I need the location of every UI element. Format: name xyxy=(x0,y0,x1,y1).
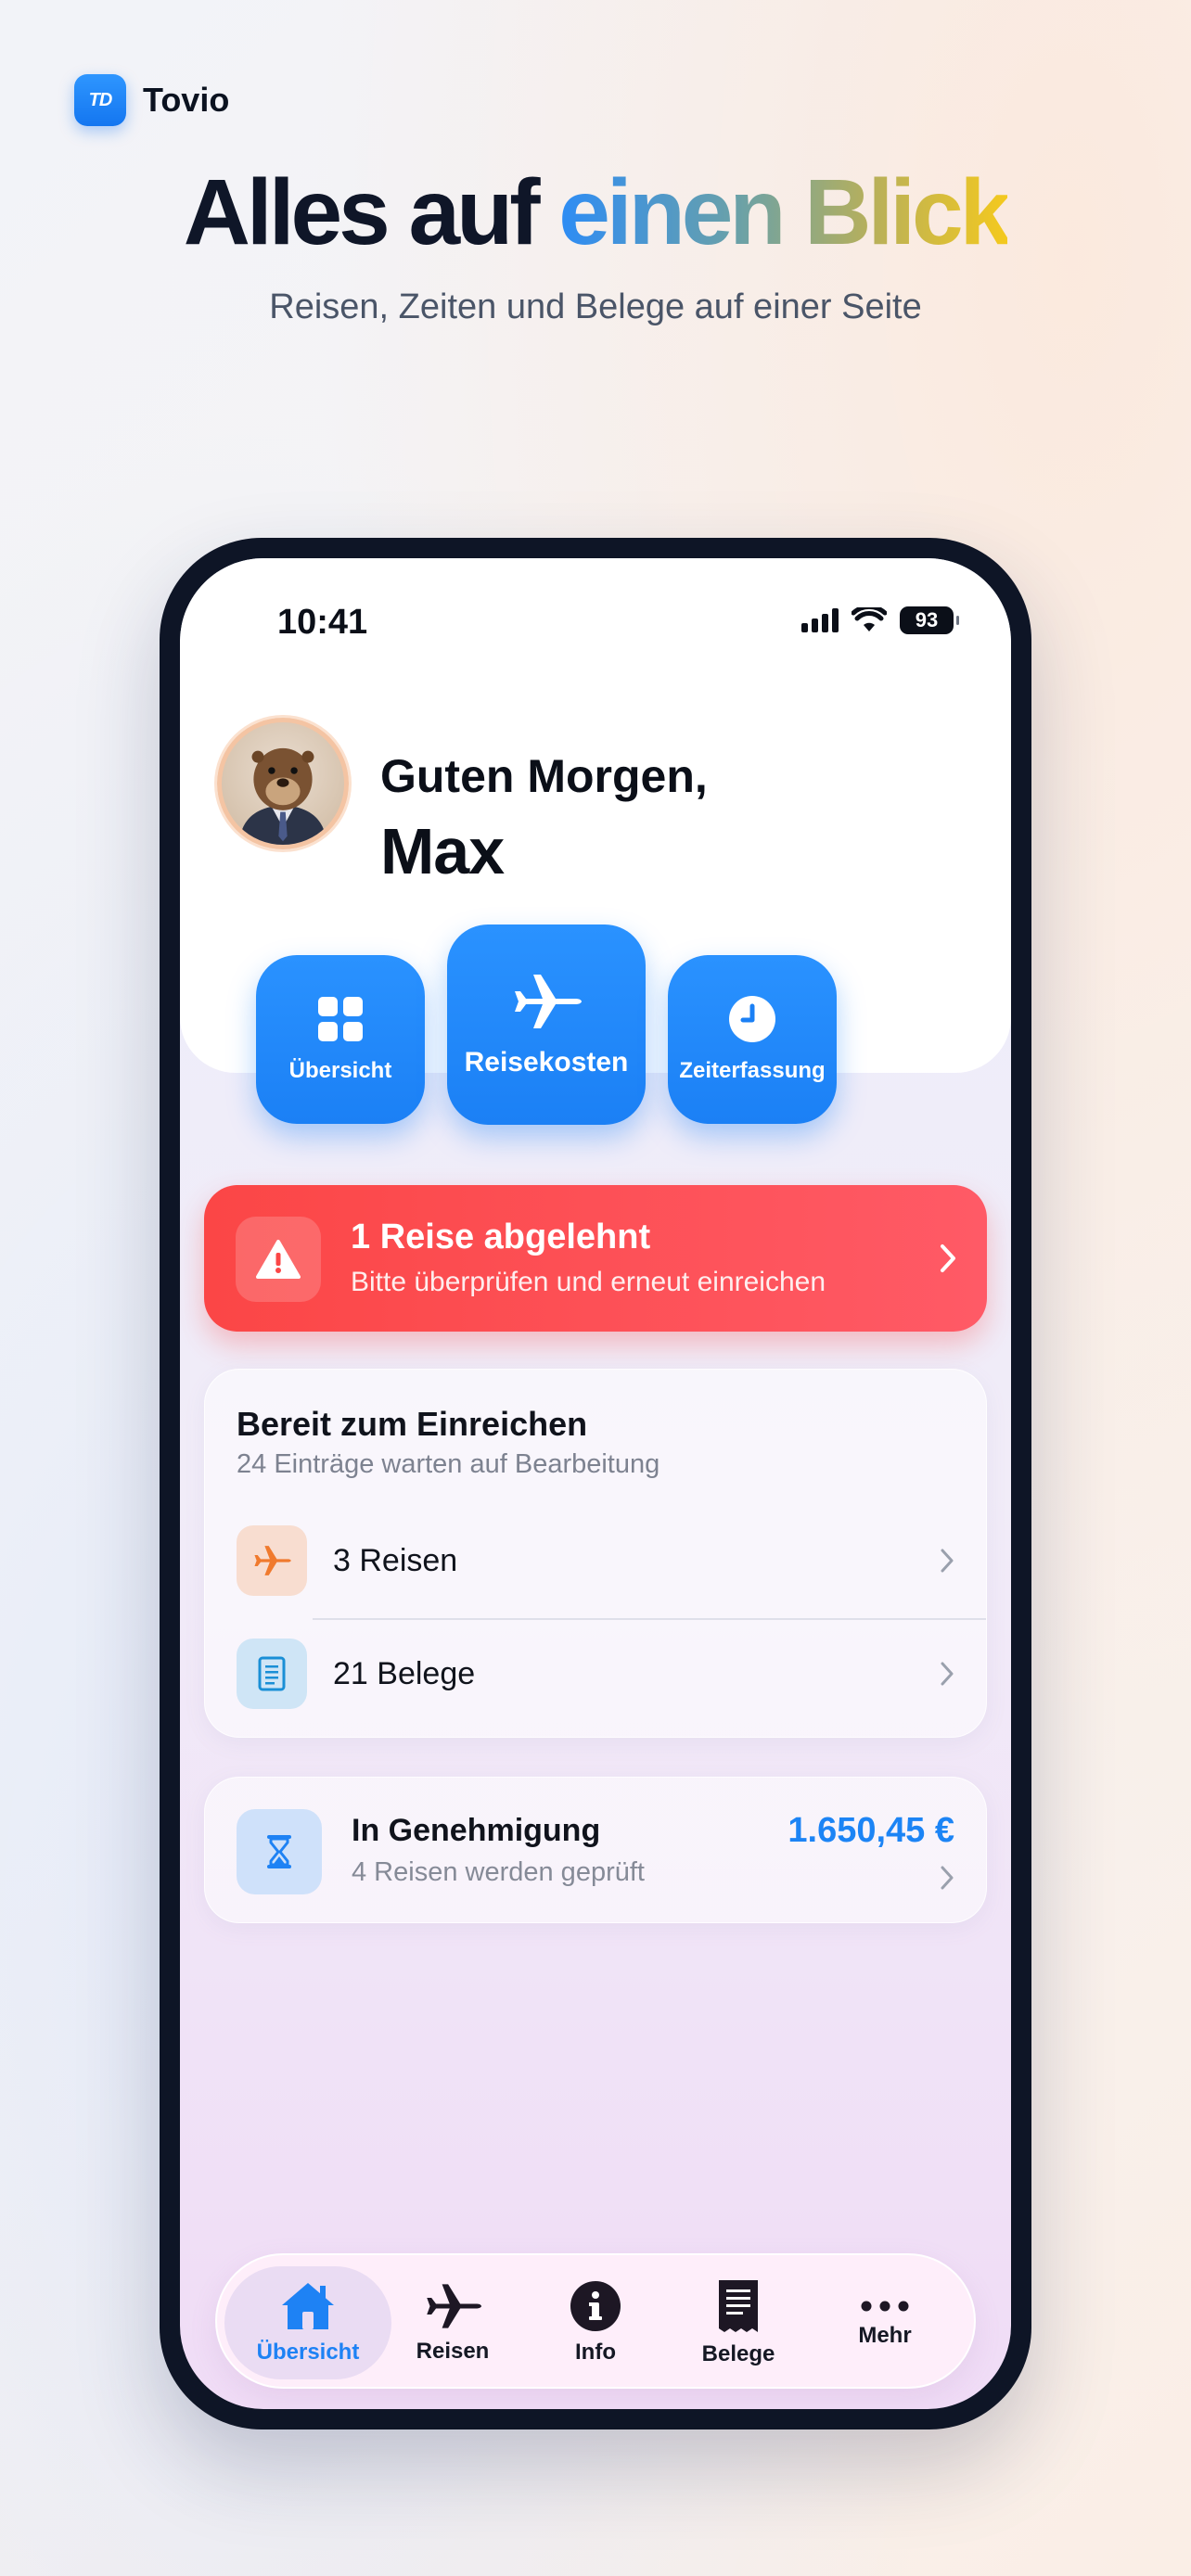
signal-icon xyxy=(801,608,839,632)
receipts-label: 21 Belege xyxy=(333,1655,476,1691)
hourglass-icon xyxy=(267,1835,291,1868)
brand: TD Tovio xyxy=(74,74,229,126)
approval-title: In Genehmigung xyxy=(352,1813,601,1848)
home-icon xyxy=(282,2283,334,2329)
otter-avatar-image xyxy=(238,747,327,845)
in-approval-card[interactable]: In Genehmigung 4 Reisen werden geprüft 1… xyxy=(204,1777,987,1923)
headline-part2: einen Blick xyxy=(558,160,1011,264)
headline: Alles auf einen Blick xyxy=(0,159,1191,266)
trips-icon-box xyxy=(237,1525,307,1596)
tile-overview-label: Übersicht xyxy=(288,1058,392,1083)
tab-receipts[interactable]: Belege xyxy=(655,2266,822,2379)
phone-screen: 10:41 93 Guten Morgen, Max Übersicht Rei… xyxy=(180,558,1011,2409)
wifi-icon xyxy=(852,607,887,631)
brand-name: Tovio xyxy=(143,81,230,119)
greeting-text: Guten Morgen, xyxy=(380,750,708,802)
chevron-right-icon xyxy=(941,1662,954,1686)
tab-more-label: Mehr xyxy=(858,2323,912,2348)
alert-icon-box xyxy=(236,1217,321,1302)
subline: Reisen, Zeiten und Belege auf einer Seit… xyxy=(269,287,922,326)
tab-more[interactable]: Mehr xyxy=(801,2266,968,2379)
tab-overview-label: Übersicht xyxy=(256,2340,360,2365)
alert-title: 1 Reise abgelehnt xyxy=(351,1218,651,1256)
brand-logo: TD xyxy=(74,74,126,126)
more-icon xyxy=(861,2301,909,2312)
airplane-icon xyxy=(515,975,582,1028)
grid-icon xyxy=(318,997,363,1041)
battery-icon: 93 xyxy=(900,606,959,634)
chevron-right-icon xyxy=(941,1244,955,1272)
receipt-icon xyxy=(258,1656,286,1691)
status-time: 10:41 xyxy=(277,603,368,642)
tab-receipts-label: Belege xyxy=(701,2341,775,2366)
airplane-icon xyxy=(254,1546,291,1575)
user-name: Max xyxy=(380,815,505,887)
approval-amount: 1.650,45 € xyxy=(788,1811,954,1850)
tile-travel-expenses-label: Reisekosten xyxy=(464,1047,629,1078)
receipt-icon xyxy=(719,2280,758,2332)
headline-part1: Alles auf xyxy=(183,160,559,264)
status-icons: 93 xyxy=(801,606,959,634)
header-card: 10:41 93 Guten Morgen, Max Übersicht Rei… xyxy=(180,558,1011,1125)
phone-frame: 10:41 93 Guten Morgen, Max Übersicht Rei… xyxy=(160,538,1031,2429)
approval-subtitle: 4 Reisen werden geprüft xyxy=(352,1857,645,1887)
ready-subtitle: 24 Einträge warten auf Bearbeitung xyxy=(237,1449,660,1479)
warning-icon xyxy=(256,1240,301,1279)
tab-info[interactable]: Info xyxy=(512,2266,679,2379)
trips-label: 3 Reisen xyxy=(333,1542,458,1578)
airplane-icon xyxy=(427,2284,481,2328)
tab-bar: Übersicht Reisen Info Belege Mehr xyxy=(215,2253,976,2389)
chevron-right-icon xyxy=(941,1866,954,1890)
avatar[interactable] xyxy=(217,718,349,849)
tab-trips-label: Reisen xyxy=(416,2339,490,2364)
tile-time-tracking[interactable]: Zeiterfassung xyxy=(668,955,837,1124)
alert-subtitle: Bitte überprüfen und erneut einreichen xyxy=(351,1267,826,1297)
info-icon xyxy=(570,2281,621,2331)
list-item-trips[interactable]: 3 Reisen xyxy=(237,1525,954,1596)
ready-title: Bereit zum Einreichen xyxy=(237,1405,588,1443)
list-item-receipts[interactable]: 21 Belege xyxy=(237,1639,954,1709)
tile-travel-expenses[interactable]: Reisekosten xyxy=(447,925,646,1125)
divider xyxy=(313,1618,986,1620)
tab-overview[interactable]: Übersicht xyxy=(224,2266,391,2379)
receipts-icon-box xyxy=(237,1639,307,1709)
tab-trips[interactable]: Reisen xyxy=(369,2266,536,2379)
tab-info-label: Info xyxy=(575,2340,616,2365)
chevron-right-icon xyxy=(941,1549,954,1573)
rejected-trip-alert[interactable]: 1 Reise abgelehnt Bitte überprüfen und e… xyxy=(204,1185,987,1332)
tile-time-tracking-label: Zeiterfassung xyxy=(679,1058,826,1083)
clock-icon xyxy=(729,996,775,1042)
tile-overview[interactable]: Übersicht xyxy=(256,955,425,1124)
approval-icon-box xyxy=(237,1809,322,1894)
ready-to-submit-card: Bereit zum Einreichen 24 Einträge warten… xyxy=(204,1369,987,1738)
